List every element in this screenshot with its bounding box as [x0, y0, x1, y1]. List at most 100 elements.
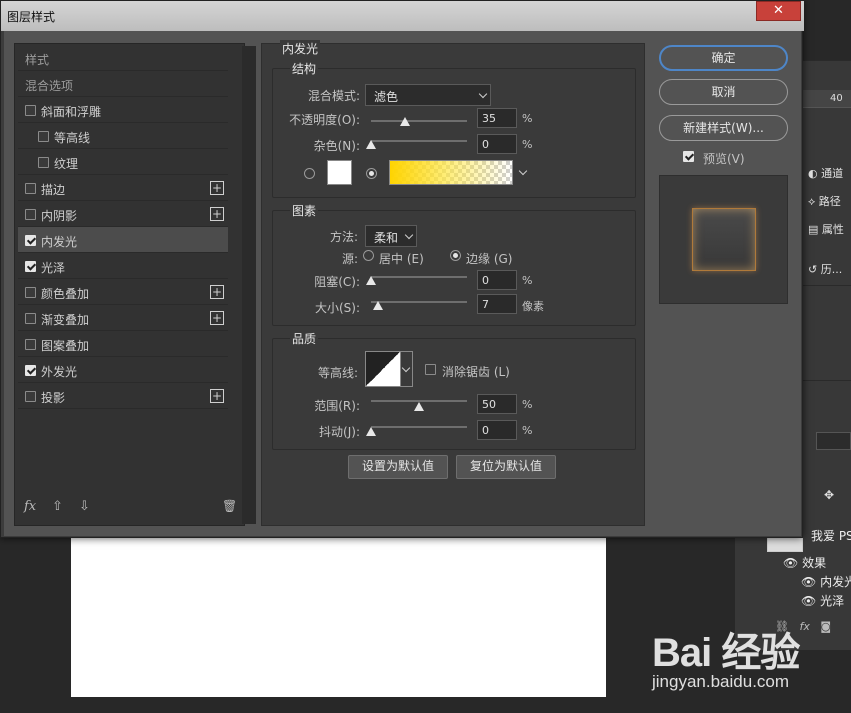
- range-slider-thumb[interactable]: [414, 402, 424, 411]
- contour-dropdown[interactable]: [401, 351, 413, 387]
- gradient-radio[interactable]: [366, 168, 377, 179]
- noise-unit: %: [522, 138, 533, 151]
- style-item[interactable]: 光泽: [18, 253, 228, 279]
- technique-label: 方法:: [329, 230, 358, 244]
- add-style-icon[interactable]: +: [210, 311, 224, 325]
- style-item-checkbox[interactable]: [25, 209, 36, 220]
- effects-row[interactable]: 👁 效果: [783, 554, 826, 571]
- document-canvas[interactable]: [71, 532, 606, 697]
- source-label: 源:: [341, 252, 358, 266]
- move-up-icon[interactable]: ⇧: [52, 499, 63, 514]
- make-default-button[interactable]: 设置为默认值: [348, 455, 448, 479]
- style-item-checkbox[interactable]: [25, 365, 36, 376]
- fx-icon[interactable]: fx: [24, 499, 36, 514]
- blend-mode-dropdown[interactable]: 滤色: [365, 84, 491, 106]
- history-tab[interactable]: ↺ 历...: [808, 261, 842, 277]
- size-slider-thumb[interactable]: [373, 301, 383, 310]
- jitter-slider-thumb[interactable]: [366, 427, 376, 436]
- dialog-titlebar[interactable]: 图层样式 ✕: [1, 1, 804, 31]
- style-item-checkbox[interactable]: [25, 261, 36, 272]
- style-item-checkbox[interactable]: [25, 391, 36, 402]
- opacity-input[interactable]: 35: [477, 108, 517, 128]
- style-item[interactable]: 外发光: [18, 357, 228, 383]
- style-item[interactable]: 等高线: [18, 123, 228, 149]
- style-item[interactable]: 投影 +: [18, 383, 228, 409]
- cancel-button[interactable]: 取消: [659, 79, 788, 105]
- size-slider[interactable]: [371, 301, 467, 303]
- style-item-label: 外发光: [41, 365, 78, 379]
- jitter-slider[interactable]: [371, 426, 467, 428]
- reset-default-button[interactable]: 复位为默认值: [456, 455, 556, 479]
- channels-tab[interactable]: ◐ 通道: [808, 165, 843, 181]
- paths-tab[interactable]: ⟡ 路径: [808, 193, 841, 209]
- source-center-radio[interactable]: [363, 250, 374, 261]
- jitter-unit: %: [522, 424, 533, 437]
- style-item[interactable]: 纹理: [18, 149, 228, 175]
- glow-color-swatch[interactable]: [327, 160, 352, 185]
- preview-checkbox[interactable]: [683, 151, 694, 162]
- style-item[interactable]: 描边 +: [18, 175, 228, 201]
- style-item-checkbox[interactable]: [38, 131, 49, 142]
- style-item-checkbox[interactable]: [25, 235, 36, 246]
- add-style-icon[interactable]: +: [210, 181, 224, 195]
- add-style-icon[interactable]: +: [210, 389, 224, 403]
- effect-inner-glow-row[interactable]: 👁 内发光: [801, 573, 851, 590]
- noise-slider-thumb[interactable]: [366, 140, 376, 149]
- choke-slider-thumb[interactable]: [366, 276, 376, 285]
- source-edge-radio[interactable]: [450, 250, 461, 261]
- close-button[interactable]: ✕: [756, 1, 801, 21]
- style-item[interactable]: 图案叠加: [18, 331, 228, 357]
- style-item-checkbox[interactable]: [25, 339, 36, 350]
- gradient-picker[interactable]: [389, 160, 528, 185]
- layer-name[interactable]: 我爱 PS: [811, 527, 851, 544]
- opacity-slider-thumb[interactable]: [400, 117, 410, 126]
- add-style-icon[interactable]: +: [210, 207, 224, 221]
- blend-mode-label: 混合模式:: [307, 89, 360, 103]
- jitter-input[interactable]: 0: [477, 420, 517, 440]
- contour-picker[interactable]: [365, 351, 401, 387]
- style-item[interactable]: 颜色叠加 +: [18, 279, 228, 305]
- add-style-icon[interactable]: +: [210, 285, 224, 299]
- blend-options-item[interactable]: 混合选项: [18, 71, 228, 97]
- style-item[interactable]: 渐变叠加 +: [18, 305, 228, 331]
- source-center-label[interactable]: 居中 (E): [379, 250, 424, 267]
- style-item-checkbox[interactable]: [25, 183, 36, 194]
- style-item[interactable]: 斜面和浮雕: [18, 97, 228, 123]
- source-edge-label[interactable]: 边缘 (G): [466, 250, 512, 267]
- choke-input[interactable]: 0: [477, 270, 517, 290]
- choke-slider[interactable]: [371, 276, 467, 278]
- style-item[interactable]: 内发光: [18, 227, 228, 253]
- style-item-checkbox[interactable]: [25, 287, 36, 298]
- technique-dropdown[interactable]: 柔和: [365, 225, 417, 247]
- style-item-checkbox[interactable]: [25, 313, 36, 324]
- dialog-title: 图层样式: [7, 10, 56, 24]
- size-input[interactable]: 7: [477, 294, 517, 314]
- ok-button[interactable]: 确定: [659, 45, 788, 71]
- opacity-slider[interactable]: [371, 120, 467, 122]
- eye-icon[interactable]: 👁: [801, 594, 816, 608]
- move-tool-icon[interactable]: ✥: [824, 488, 834, 502]
- style-item-checkbox[interactable]: [25, 105, 36, 116]
- styles-list-scrollbar[interactable]: [242, 46, 256, 524]
- color-radio[interactable]: [304, 168, 315, 179]
- antialias-label[interactable]: 消除锯齿 (L): [442, 363, 510, 380]
- range-input[interactable]: 50: [477, 394, 517, 414]
- layer-style-dialog: 图层样式 ✕ 样式 混合选项 斜面和浮雕 等高线 纹理 描边 + 内阴影 + 内发光 光泽 颜色叠…: [0, 0, 804, 538]
- properties-tab[interactable]: ▤ 属性: [808, 221, 844, 237]
- eye-icon[interactable]: 👁: [783, 556, 798, 570]
- styles-list: 样式 混合选项 斜面和浮雕 等高线 纹理 描边 + 内阴影 + 内发光 光泽 颜色叠加 + 渐变叠加 +…: [14, 43, 256, 526]
- noise-input[interactable]: 0: [477, 134, 517, 154]
- chevron-down-icon: [401, 363, 411, 373]
- preview-label[interactable]: 预览(V): [703, 150, 745, 167]
- trash-icon[interactable]: 🗑: [222, 499, 237, 513]
- new-style-button[interactable]: 新建样式(W)...: [659, 115, 788, 141]
- style-item-checkbox[interactable]: [38, 157, 49, 168]
- move-down-icon[interactable]: ⇩: [79, 499, 90, 514]
- layer-filter-dropdown[interactable]: [816, 432, 851, 450]
- style-item[interactable]: 内阴影 +: [18, 201, 228, 227]
- styles-header[interactable]: 样式: [18, 45, 228, 71]
- noise-slider[interactable]: [371, 140, 467, 142]
- eye-icon[interactable]: 👁: [801, 575, 816, 589]
- antialias-checkbox[interactable]: [425, 364, 436, 375]
- effect-satin-row[interactable]: 👁 光泽: [801, 592, 844, 609]
